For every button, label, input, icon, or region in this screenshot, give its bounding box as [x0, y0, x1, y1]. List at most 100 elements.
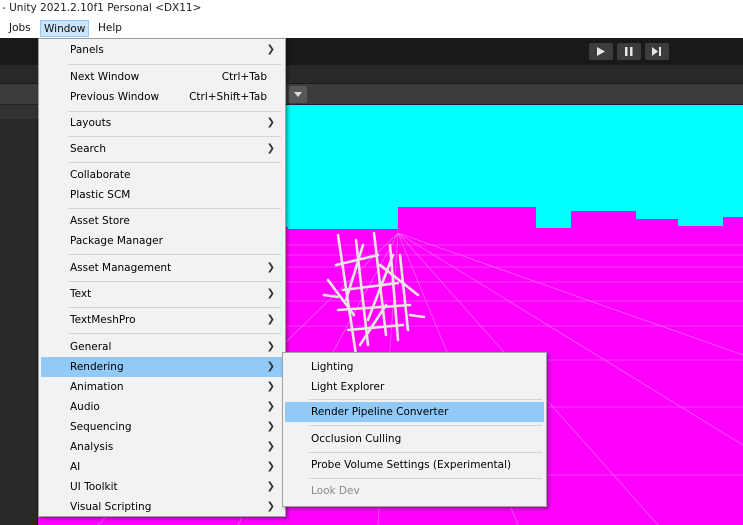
menu-bar: Jobs Window Help [0, 18, 743, 38]
menu-item-light-explorer[interactable]: Light Explorer [285, 377, 544, 397]
menu-item-text[interactable]: Text ❯ [41, 284, 283, 304]
menu-item-label: Rendering [70, 361, 124, 373]
chevron-right-icon: ❯ [266, 441, 275, 452]
menu-item-ai[interactable]: AI ❯ [41, 457, 283, 477]
menu-item-label: Animation [70, 381, 124, 393]
menu-item-label: Render Pipeline Converter [311, 406, 449, 418]
menu-jobs[interactable]: Jobs [6, 20, 34, 37]
menu-item-textmeshpro[interactable]: TextMeshPro ❯ [41, 310, 283, 330]
menu-separator [68, 254, 281, 255]
menu-item-label: Sequencing [70, 421, 132, 433]
menu-item-label: Asset Management [70, 262, 172, 274]
menu-separator [68, 162, 281, 163]
rendering-submenu: Lighting Light Explorer Render Pipeline … [282, 352, 547, 507]
menu-item-label: Search [70, 143, 107, 155]
menu-separator [68, 307, 281, 308]
menu-item-panels[interactable]: Panels ❯ [41, 40, 283, 60]
menu-item-label: Light Explorer [311, 381, 385, 393]
menu-item-probe-volume-settings[interactable]: Probe Volume Settings (Experimental) [285, 455, 544, 475]
menu-item-label: Plastic SCM [70, 189, 131, 201]
window-title: - Unity 2021.2.10f1 Personal <DX11> [0, 0, 743, 18]
menu-item-label: Previous Window [70, 91, 160, 103]
menu-separator [309, 452, 542, 453]
menu-separator [68, 64, 281, 65]
menu-item-lighting[interactable]: Lighting [285, 357, 544, 377]
chevron-right-icon: ❯ [266, 314, 275, 325]
step-button[interactable] [645, 43, 669, 60]
menu-item-shortcut: Ctrl+Shift+Tab [189, 91, 267, 103]
menu-item-layouts[interactable]: Layouts ❯ [41, 113, 283, 133]
menu-item-label: Visual Scripting [70, 501, 152, 513]
hierarchy-panel-header [0, 105, 38, 119]
menu-separator [309, 399, 542, 400]
menu-item-previous-window[interactable]: Previous Window Ctrl+Shift+Tab [41, 87, 283, 107]
menu-item-label: Package Manager [70, 235, 163, 247]
menu-item-search[interactable]: Search ❯ [41, 139, 283, 159]
play-button[interactable] [589, 43, 613, 60]
menu-help[interactable]: Help [95, 20, 125, 37]
menu-item-ui-toolkit[interactable]: UI Toolkit ❯ [41, 477, 283, 497]
chevron-right-icon: ❯ [266, 421, 275, 432]
menu-item-label: Analysis [70, 441, 114, 453]
menu-item-label: AI [70, 461, 81, 473]
menu-item-rendering[interactable]: Rendering ❯ [41, 357, 283, 377]
menu-separator [309, 425, 542, 426]
chevron-right-icon: ❯ [266, 401, 275, 412]
chevron-right-icon: ❯ [266, 381, 275, 392]
menu-item-plastic-scm[interactable]: Plastic SCM [41, 185, 283, 205]
menu-item-label: General [70, 341, 112, 353]
menu-separator [309, 478, 542, 479]
chevron-right-icon: ❯ [266, 461, 275, 472]
menu-item-asset-store[interactable]: Asset Store [41, 211, 283, 231]
chevron-right-icon: ❯ [266, 44, 275, 55]
menu-separator [68, 333, 281, 334]
chevron-right-icon: ❯ [266, 262, 275, 273]
chevron-right-icon: ❯ [266, 288, 275, 299]
menu-item-label: Occlusion Culling [311, 433, 402, 445]
window-menu: Panels ❯ Next Window Ctrl+Tab Previous Win… [38, 38, 286, 517]
chevron-right-icon: ❯ [266, 501, 275, 512]
menu-item-animation[interactable]: Animation ❯ [41, 377, 283, 397]
menu-item-label: Panels [70, 44, 104, 56]
play-icon [597, 47, 605, 56]
chevron-right-icon: ❯ [266, 361, 275, 372]
chevron-right-icon: ❯ [266, 143, 275, 154]
menu-item-visual-scripting[interactable]: Visual Scripting ❯ [41, 497, 283, 517]
menu-item-label: UI Toolkit [70, 481, 118, 493]
pause-button[interactable] [617, 43, 641, 60]
menu-item-label: Layouts [70, 117, 112, 129]
step-icon [652, 47, 661, 56]
menu-item-label: Lighting [311, 361, 354, 373]
menu-separator [68, 136, 281, 137]
menu-item-shortcut: Ctrl+Tab [221, 71, 267, 83]
menu-item-label: Look Dev [311, 485, 360, 497]
chevron-right-icon: ❯ [266, 117, 275, 128]
menu-separator [68, 208, 281, 209]
menu-item-render-pipeline-converter[interactable]: Render Pipeline Converter [285, 402, 544, 422]
chevron-right-icon: ❯ [266, 481, 275, 492]
menu-item-general[interactable]: General ❯ [41, 337, 283, 357]
menu-item-package-manager[interactable]: Package Manager [41, 231, 283, 251]
menu-item-next-window[interactable]: Next Window Ctrl+Tab [41, 67, 283, 87]
menu-item-label: TextMeshPro [70, 314, 136, 326]
menu-item-label: Audio [70, 401, 100, 413]
pause-icon [625, 47, 633, 56]
menu-item-look-dev: Look Dev [285, 481, 544, 501]
hierarchy-panel[interactable] [0, 105, 38, 525]
menu-item-label: Next Window [70, 71, 140, 83]
chevron-right-icon: ❯ [266, 341, 275, 352]
menu-item-label: Probe Volume Settings (Experimental) [311, 459, 512, 471]
chevron-down-icon [294, 92, 302, 97]
menu-item-sequencing[interactable]: Sequencing ❯ [41, 417, 283, 437]
menu-item-occlusion-culling[interactable]: Occlusion Culling [285, 429, 544, 449]
menu-item-analysis[interactable]: Analysis ❯ [41, 437, 283, 457]
menu-separator [68, 281, 281, 282]
menu-item-audio[interactable]: Audio ❯ [41, 397, 283, 417]
menu-item-asset-management[interactable]: Asset Management ❯ [41, 258, 283, 278]
menu-item-collaborate[interactable]: Collaborate [41, 165, 283, 185]
menu-item-label: Collaborate [70, 169, 131, 181]
menu-window[interactable]: Window [40, 20, 90, 37]
menu-separator [68, 111, 281, 112]
menu-item-label: Text [70, 288, 92, 300]
scene-view-dropdown[interactable] [289, 86, 307, 103]
